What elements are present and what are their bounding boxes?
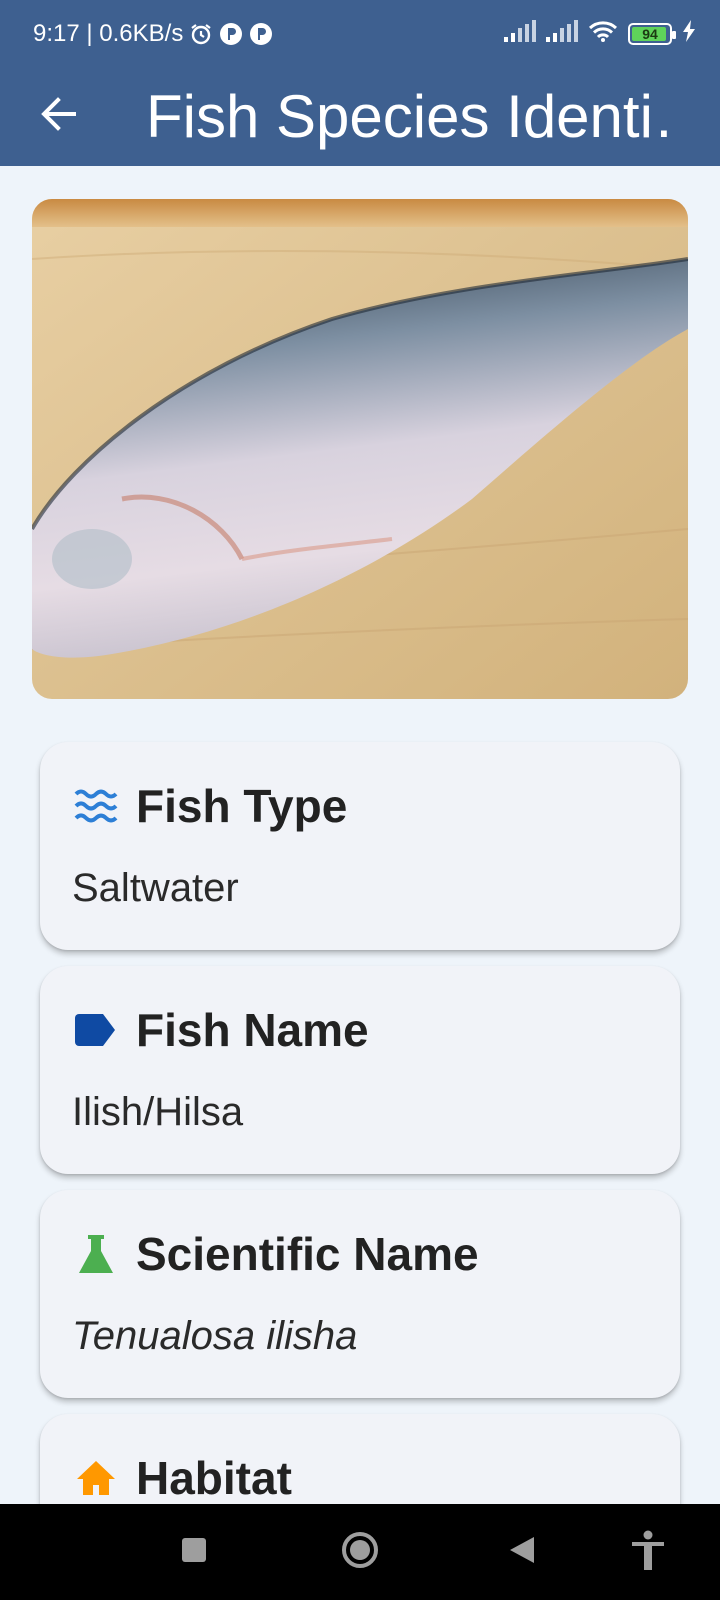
signal-icon [504, 20, 536, 47]
waves-icon [74, 784, 118, 828]
square-icon [181, 1537, 207, 1568]
battery-level: 94 [642, 25, 658, 42]
app-notification-icon [249, 22, 273, 46]
back-button[interactable] [28, 86, 88, 146]
triangle-back-icon [508, 1535, 536, 1570]
accessibility-icon [631, 1530, 665, 1575]
fish-type-card: Fish Type Saltwater [40, 742, 680, 950]
app-bar: Fish Species Identi… [0, 68, 720, 166]
home-button[interactable] [336, 1528, 384, 1576]
card-title: Fish Name [136, 1004, 369, 1056]
wifi-icon [588, 20, 618, 47]
accessibility-button[interactable] [624, 1528, 672, 1576]
home-icon [74, 1456, 118, 1500]
status-bar: 9:17 | 0.6KB/s 94 [0, 0, 720, 68]
recents-button[interactable] [170, 1528, 218, 1576]
status-right: 94 [504, 20, 696, 47]
charging-icon [682, 20, 696, 47]
alarm-icon [189, 22, 213, 46]
scientific-name-card: Scientific Name Tenualosa ilisha [40, 1190, 680, 1398]
card-title: Scientific Name [136, 1228, 479, 1280]
back-nav-button[interactable] [498, 1528, 546, 1576]
flask-icon [74, 1232, 118, 1276]
card-value: Ilish/Hilsa [72, 1090, 244, 1134]
signal-icon [546, 20, 578, 47]
battery-tip [672, 30, 676, 39]
card-title: Habitat [136, 1452, 292, 1504]
card-value: Saltwater [72, 866, 239, 910]
fish-photo [32, 199, 688, 699]
card-value: Tenualosa ilisha [72, 1314, 358, 1358]
fish-name-card: Fish Name Ilish/Hilsa [40, 966, 680, 1174]
status-left: 9:17 | 0.6KB/s [33, 20, 273, 48]
battery-icon: 94 [628, 22, 676, 45]
system-nav-bar [0, 1504, 720, 1600]
arrow-back-icon [40, 96, 76, 137]
app-notification-icon [219, 22, 243, 46]
card-title: Fish Type [136, 780, 348, 832]
label-icon [74, 1008, 118, 1052]
page-title: Fish Species Identi… [146, 83, 678, 150]
circle-icon [341, 1531, 379, 1574]
status-time-speed: 9:17 | 0.6KB/s [33, 20, 184, 47]
